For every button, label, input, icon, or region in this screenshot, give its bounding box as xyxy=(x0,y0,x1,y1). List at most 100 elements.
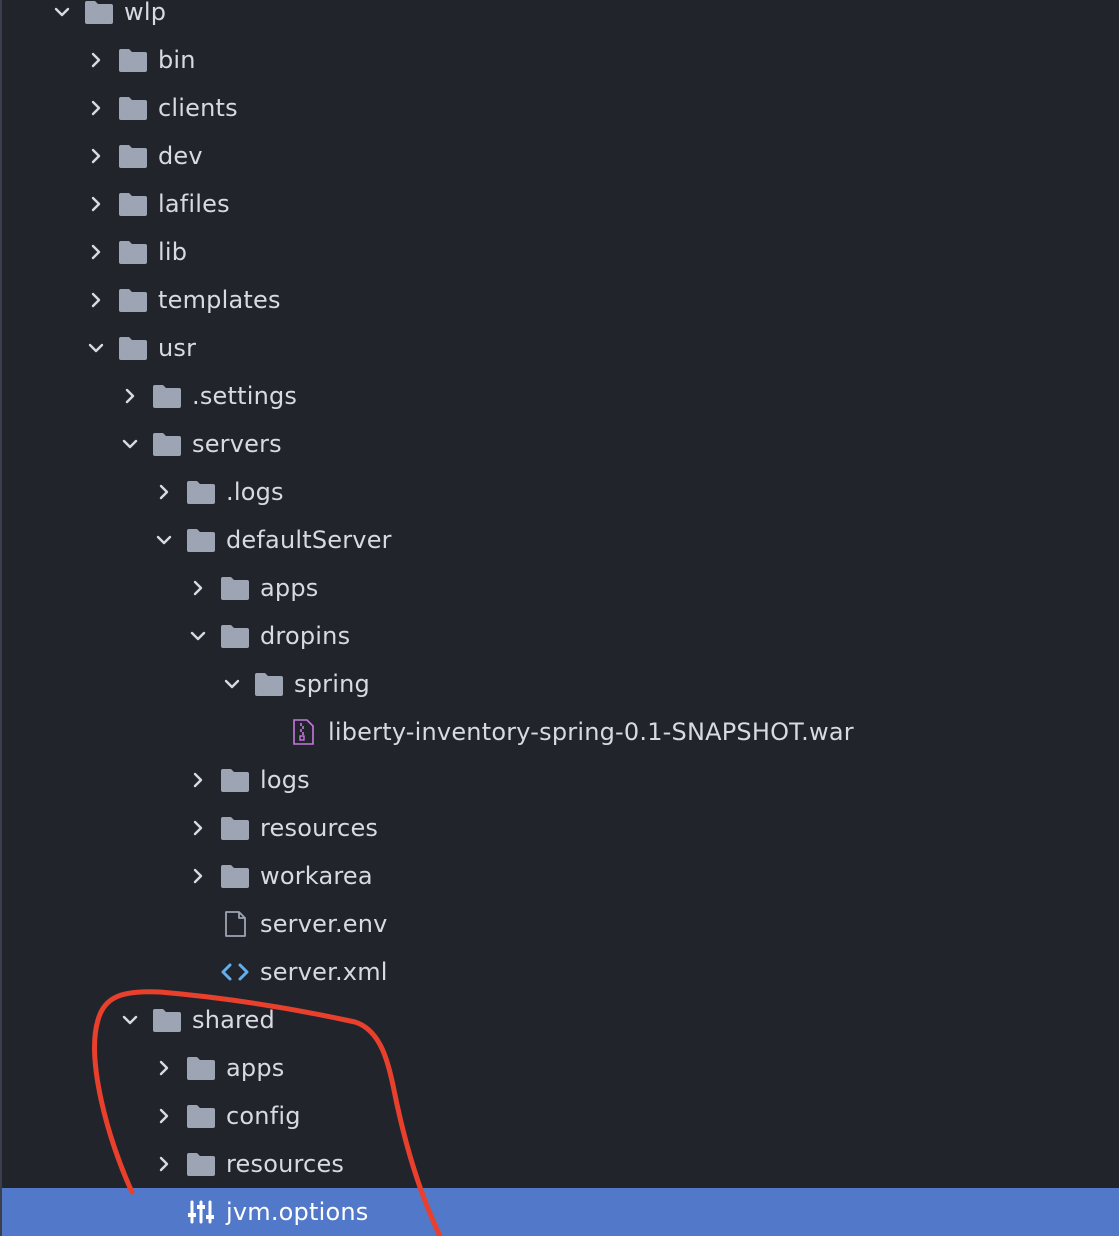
chevron-right-icon[interactable] xyxy=(186,816,210,840)
tree-row-logs[interactable]: logs xyxy=(2,756,1119,804)
tree-item-label: .logs xyxy=(226,478,284,506)
tree-row-dot-logs[interactable]: .logs xyxy=(2,468,1119,516)
chevron-down-icon[interactable] xyxy=(186,624,210,648)
chevron-right-icon[interactable] xyxy=(152,480,176,504)
tree-row-shared[interactable]: shared xyxy=(2,996,1119,1044)
tree-item-label: jvm.options xyxy=(226,1198,369,1226)
tree-item-label: lafiles xyxy=(158,190,230,218)
tree-row-spring[interactable]: spring xyxy=(2,660,1119,708)
tree-item-label: bin xyxy=(158,46,196,74)
folder-icon xyxy=(254,671,284,697)
tree-item-label: config xyxy=(226,1102,301,1130)
tree-item-label: .settings xyxy=(192,382,298,410)
tree-item-label: resources xyxy=(260,814,379,842)
folder-icon xyxy=(186,1151,216,1177)
tree-row-resources[interactable]: resources xyxy=(2,804,1119,852)
chevron-down-icon[interactable] xyxy=(118,432,142,456)
tree-item-label: defaultServer xyxy=(226,526,392,554)
tree-item-label: apps xyxy=(226,1054,285,1082)
folder-icon xyxy=(186,479,216,505)
tree-item-label: usr xyxy=(158,334,197,362)
tree-row-servers[interactable]: servers xyxy=(2,420,1119,468)
tree-row-bin[interactable]: bin xyxy=(2,36,1119,84)
tree-item-label: clients xyxy=(158,94,238,122)
chevron-right-icon[interactable] xyxy=(84,192,108,216)
tree-row-server-env[interactable]: server.env xyxy=(2,900,1119,948)
folder-icon xyxy=(118,287,148,313)
chevron-down-icon[interactable] xyxy=(50,0,74,24)
folder-icon xyxy=(84,0,114,25)
chevron-down-icon[interactable] xyxy=(220,672,244,696)
tree-item-label: lib xyxy=(158,238,188,266)
chevron-right-icon[interactable] xyxy=(84,240,108,264)
folder-icon xyxy=(118,143,148,169)
folder-icon xyxy=(186,1103,216,1129)
tree-row-apps[interactable]: apps xyxy=(2,1044,1119,1092)
tree-item-label: dropins xyxy=(260,622,351,650)
chevron-right-icon[interactable] xyxy=(84,96,108,120)
folder-icon xyxy=(220,863,250,889)
tree-row-resources[interactable]: resources xyxy=(2,1140,1119,1188)
tree-row-lafiles[interactable]: lafiles xyxy=(2,180,1119,228)
tree-item-label: apps xyxy=(260,574,319,602)
folder-icon xyxy=(220,767,250,793)
folder-icon xyxy=(118,47,148,73)
chevron-right-icon[interactable] xyxy=(152,1056,176,1080)
tree-row-usr[interactable]: usr xyxy=(2,324,1119,372)
folder-icon xyxy=(118,239,148,265)
chevron-right-icon[interactable] xyxy=(186,768,210,792)
folder-icon xyxy=(186,527,216,553)
chevron-right-icon[interactable] xyxy=(152,1104,176,1128)
tree-item-label: server.env xyxy=(260,910,388,938)
tree-row-apps[interactable]: apps xyxy=(2,564,1119,612)
folder-icon xyxy=(220,623,250,649)
tree-row-workarea[interactable]: workarea xyxy=(2,852,1119,900)
chevron-down-icon[interactable] xyxy=(152,528,176,552)
archive-file-icon xyxy=(288,719,318,745)
tree-row-templates[interactable]: templates xyxy=(2,276,1119,324)
tree-row-clients[interactable]: clients xyxy=(2,84,1119,132)
chevron-right-icon[interactable] xyxy=(84,288,108,312)
tree-item-label: servers xyxy=(192,430,282,458)
tree-item-label: workarea xyxy=(260,862,373,890)
folder-icon xyxy=(118,335,148,361)
tree-item-label: shared xyxy=(192,1006,275,1034)
folder-icon xyxy=(152,431,182,457)
folder-icon xyxy=(118,95,148,121)
tree-row-config[interactable]: config xyxy=(2,1092,1119,1140)
chevron-right-icon[interactable] xyxy=(152,1152,176,1176)
folder-icon xyxy=(152,1007,182,1033)
tree-row-jvm-options[interactable]: jvm.options xyxy=(2,1188,1119,1236)
tree-item-label: server.xml xyxy=(260,958,388,986)
tree-row-server-xml[interactable]: server.xml xyxy=(2,948,1119,996)
tree-row-dev[interactable]: dev xyxy=(2,132,1119,180)
folder-icon xyxy=(186,1055,216,1081)
folder-icon xyxy=(220,575,250,601)
chevron-right-icon[interactable] xyxy=(84,144,108,168)
file-icon xyxy=(220,911,250,937)
chevron-down-icon[interactable] xyxy=(118,1008,142,1032)
tree-item-label: logs xyxy=(260,766,310,794)
tree-item-label: dev xyxy=(158,142,203,170)
folder-icon xyxy=(118,191,148,217)
tree-row-lib[interactable]: lib xyxy=(2,228,1119,276)
chevron-right-icon[interactable] xyxy=(84,48,108,72)
tree-item-label: resources xyxy=(226,1150,345,1178)
tree-row-defaultserver[interactable]: defaultServer xyxy=(2,516,1119,564)
chevron-down-icon[interactable] xyxy=(84,336,108,360)
file-tree-panel: wlp bin clients dev lafiles lib templates usr .s… xyxy=(0,0,1119,1236)
tree-item-label: spring xyxy=(294,670,370,698)
tree-row-liberty-inventory-spring-0-1-snapshot-war[interactable]: liberty-inventory-spring-0.1-SNAPSHOT.wa… xyxy=(2,708,1119,756)
tree-item-label: wlp xyxy=(124,0,167,26)
folder-icon xyxy=(152,383,182,409)
folder-icon xyxy=(220,815,250,841)
tree-item-label: templates xyxy=(158,286,281,314)
chevron-right-icon[interactable] xyxy=(186,864,210,888)
settings-file-icon xyxy=(186,1199,216,1225)
tree-row-dropins[interactable]: dropins xyxy=(2,612,1119,660)
tree-row-wlp[interactable]: wlp xyxy=(2,0,1119,36)
tree-row-dot-settings[interactable]: .settings xyxy=(2,372,1119,420)
chevron-right-icon[interactable] xyxy=(118,384,142,408)
code-file-icon xyxy=(220,959,250,985)
chevron-right-icon[interactable] xyxy=(186,576,210,600)
